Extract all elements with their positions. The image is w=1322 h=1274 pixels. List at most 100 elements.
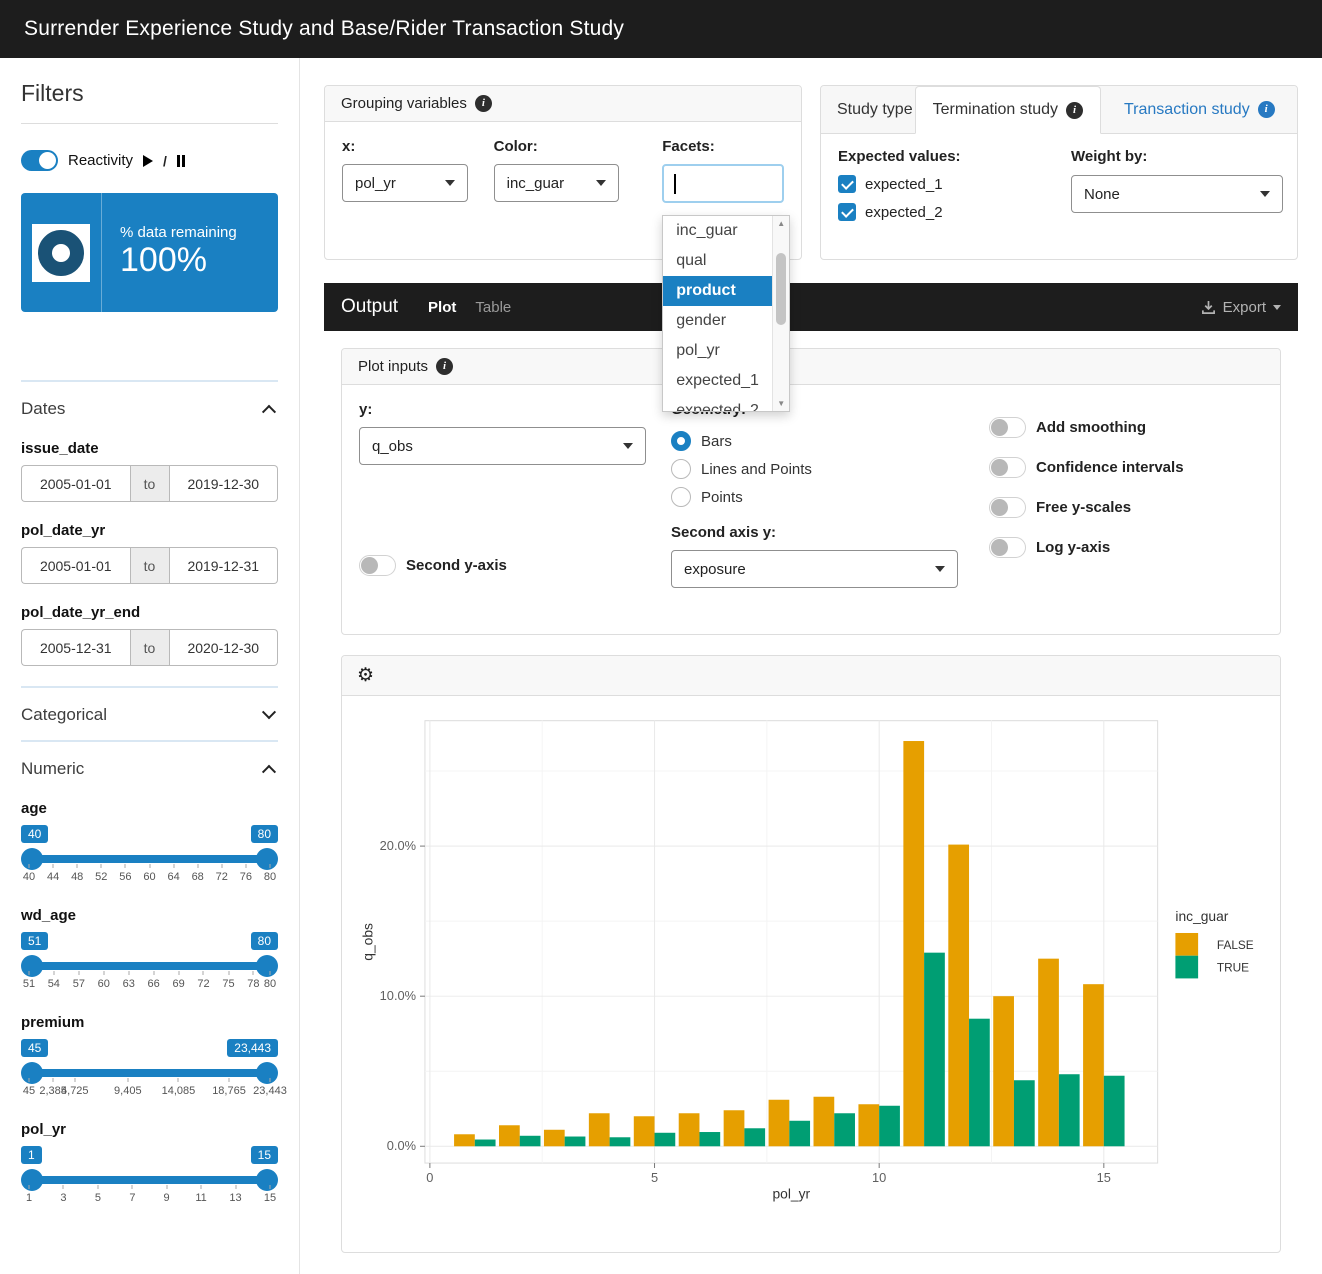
second-axis-y-select[interactable]: exposure [671,550,958,588]
color-variable-select[interactable]: inc_guar [494,164,620,202]
facets-group: Facets: inc_guarqualproductgenderpol_yre… [662,138,784,203]
weight-by-select[interactable]: None [1071,175,1283,213]
slider-tick-mark [29,864,30,868]
facets-dropdown-item[interactable]: product [663,276,772,306]
legend-label: FALSE [1217,938,1254,952]
bar-chart: 0510150.0%10.0%20.0%pol_yrq_obsinc_guarF… [342,696,1280,1247]
facets-dropdown-item[interactable]: inc_guar [663,216,772,246]
radio-bars[interactable] [671,431,691,451]
date-to-input[interactable]: 2019-12-31 [170,547,279,584]
radio-points[interactable] [671,487,691,507]
gear-icon[interactable]: ⚙ [357,666,374,685]
section-numeric-label: Numeric [21,759,84,779]
slider-label: age [21,800,278,817]
slider-tick-label: 80 [264,871,276,883]
section-dates-header[interactable]: Dates [21,382,278,434]
slider-tick-mark [127,1078,128,1082]
app-header: Surrender Experience Study and Base/Ride… [0,0,1322,58]
section-categorical-header[interactable]: Categorical [21,688,278,740]
facets-dropdown-item[interactable]: expected_2 [663,396,772,412]
y-axis-title: q_obs [360,923,376,961]
bar-false-yr14 [1038,959,1059,1147]
caret-down-icon [1273,305,1281,310]
caret-down-icon [935,566,945,572]
output-tab-plot[interactable]: Plot [428,299,456,316]
output-tab-table[interactable]: Table [475,299,511,316]
date-range-input: 2005-12-31to2020-12-30 [21,629,278,666]
bar-true-yr15 [1104,1076,1125,1147]
slider-tick-mark [53,1078,54,1082]
facets-input[interactable] [662,164,784,203]
bar-true-yr13 [1014,1080,1035,1146]
slider-tick-label: 51 [23,978,35,990]
bar-true-yr9 [834,1113,855,1146]
weight-by-value: None [1084,186,1120,203]
geometry-radios: BarsLines and PointsPoints [671,427,961,511]
radio-label: Bars [701,433,732,450]
toggle-label: Log y-axis [1036,539,1110,556]
expected-values-group: Expected values: expected_1expected_2 [838,148,1068,231]
date-filter-label: issue_date [21,440,278,457]
second-y-axis-toggle[interactable] [359,555,396,576]
chevron-up-icon [262,765,276,779]
checkbox-expected_1[interactable] [838,175,856,193]
reactivity-toggle[interactable] [21,150,58,171]
scroll-up-icon[interactable]: ▲ [773,219,789,228]
x-axis-title: pol_yr [772,1186,810,1202]
toggle-log-y-axis[interactable] [989,537,1026,558]
x-tick-label: 5 [651,1170,658,1185]
export-button[interactable]: Export [1201,299,1281,316]
facets-dropdown-item[interactable]: gender [663,306,772,336]
radio-lines-and-points[interactable] [671,459,691,479]
tab-label: Termination study [933,101,1058,119]
facets-dropdown-item[interactable]: qual [663,246,772,276]
slider-tick-mark [125,864,126,868]
y-tick-label: 0.0% [387,1138,416,1153]
facets-dropdown-item[interactable]: expected_1 [663,366,772,396]
color-variable-value: inc_guar [507,175,565,192]
info-icon[interactable]: i [436,358,453,375]
date-filters: issue_date 2005-01-01to2019-12-30 pol_date… [21,440,278,666]
slider-tick-mark [149,864,150,868]
date-range-input: 2005-01-01to2019-12-30 [21,465,278,502]
toggle-free-y-scales[interactable] [989,497,1026,518]
plot-inputs-title: Plot inputs [358,358,428,375]
slider-ticks: 13579111315 [29,1146,270,1208]
x-tick-label: 10 [872,1170,886,1185]
date-filter: pol_date_yr2005-01-01to2019-12-31 [21,522,278,584]
checkbox-expected_2[interactable] [838,203,856,221]
date-to-input[interactable]: 2020-12-30 [170,629,279,666]
facets-dropdown-item[interactable]: pol_yr [663,336,772,366]
scroll-down-icon[interactable]: ▼ [773,399,789,408]
y-variable-select[interactable]: q_obs [359,427,646,465]
date-from-input[interactable]: 2005-12-31 [21,629,130,666]
date-to-input[interactable]: 2019-12-30 [170,465,279,502]
date-from-input[interactable]: 2005-01-01 [21,547,130,584]
date-from-input[interactable]: 2005-01-01 [21,465,130,502]
numeric-slider: pol_yr11513579111315 [21,1121,278,1208]
info-icon[interactable]: i [1066,102,1083,119]
info-icon[interactable]: i [475,95,492,112]
section-numeric-header[interactable]: Numeric [21,742,278,794]
slider-tick-label: 11 [195,1192,206,1204]
toggle-confidence-intervals[interactable] [989,457,1026,478]
geometry-option: Points [671,483,961,511]
tab-termination-study[interactable]: Termination study i [915,86,1101,134]
slider-tick-label: 48 [71,871,83,883]
data-remaining-value: 100% [120,241,237,280]
chart-panel-header: ⚙ [342,656,1280,696]
dropdown-scrollbar[interactable]: ▲ ▼ [772,216,789,411]
x-label: x: [342,138,468,155]
bar-true-yr5 [655,1133,676,1147]
tab-transaction-study[interactable]: Transaction studyi [1107,86,1292,133]
x-tick-label: 0 [426,1170,433,1185]
caret-down-icon [623,443,633,449]
scrollbar-thumb[interactable] [776,253,786,325]
toggle-add-smoothing[interactable] [989,417,1026,438]
info-icon[interactable]: i [1258,101,1275,118]
bar-true-yr6 [699,1132,720,1146]
facets-dropdown-list: inc_guarqualproductgenderpol_yrexpected_… [663,216,772,412]
range-slider: 4523,443452,3854,7259,40514,08518,76523,… [21,1039,278,1101]
date-range-input: 2005-01-01to2019-12-31 [21,547,278,584]
x-variable-select[interactable]: pol_yr [342,164,468,202]
